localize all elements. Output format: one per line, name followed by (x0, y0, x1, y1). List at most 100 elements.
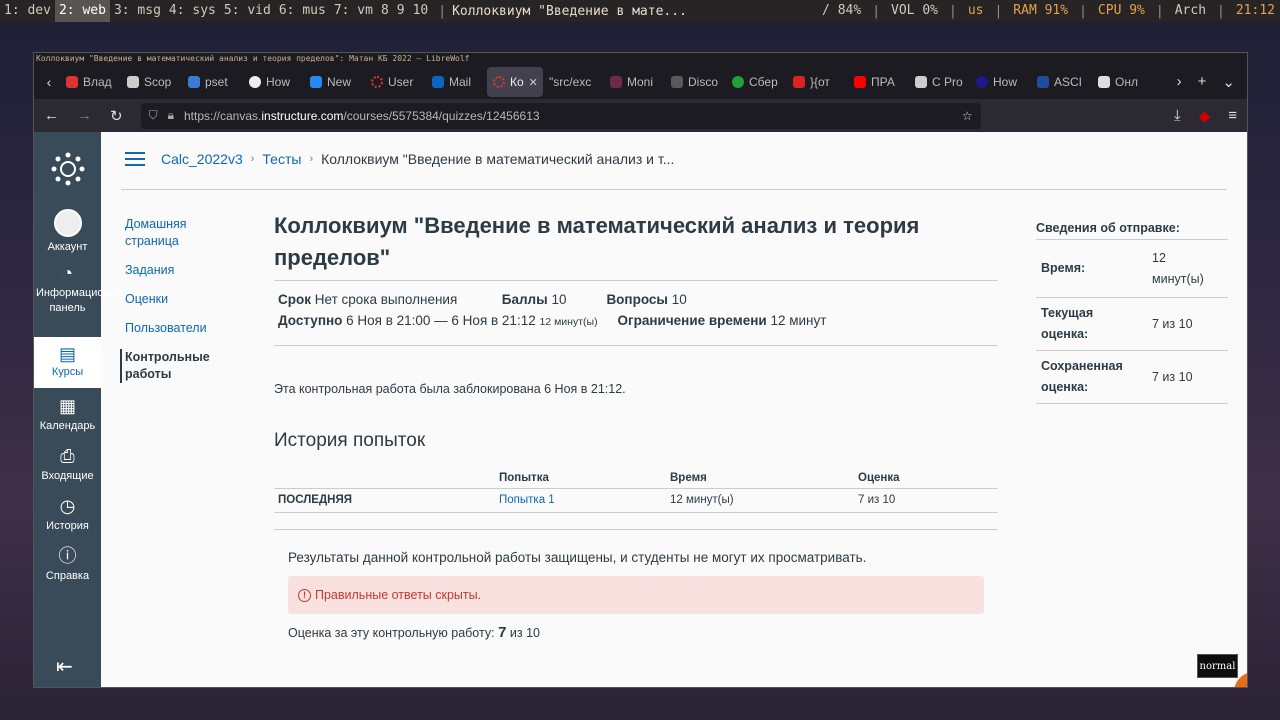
ram-status: RAM 91% (1013, 3, 1069, 18)
favicon-icon (249, 76, 261, 88)
breadcrumb-current: Коллоквиум "Введение в математический ан… (321, 151, 675, 167)
keyboard-layout: us (967, 3, 984, 18)
nav-inbox[interactable]: ⎙ Входящие (34, 445, 101, 484)
tab[interactable]: Scop (121, 67, 182, 97)
tab[interactable]: }{от (787, 67, 848, 97)
download-icon[interactable]: ⤓ (1174, 107, 1181, 124)
tab[interactable]: How (243, 67, 304, 97)
tab[interactable]: Сбер (726, 67, 787, 97)
favicon-icon (188, 76, 200, 88)
breadcrumb-quizzes[interactable]: Тесты (262, 151, 301, 167)
nav-history[interactable]: ◷ История (34, 495, 101, 534)
canvas-page: Аккаунт ◔ Информационная панель ▤ Курсы … (34, 132, 1247, 687)
tab-active[interactable]: Ко ✕ (487, 67, 543, 97)
workspace-3[interactable]: 3: msg (110, 0, 165, 22)
course-nav-grades[interactable]: Оценки (125, 291, 235, 308)
workspace-8[interactable]: 8 (377, 0, 393, 22)
tab-label: }{от (810, 75, 830, 89)
points-value: 10 (551, 292, 567, 307)
workspace-7[interactable]: 7: vm (330, 0, 377, 22)
back-icon[interactable]: ← (44, 107, 59, 124)
course-nav-quizzes[interactable]: Контрольные работы (120, 349, 235, 383)
attempt-link[interactable]: Попытка 1 (495, 488, 666, 513)
tab[interactable]: ПРА (848, 67, 909, 97)
tab[interactable]: ASCI (1031, 67, 1092, 97)
divider (274, 529, 998, 530)
lock-icon[interactable]: 🔒︎ (168, 108, 174, 123)
tab[interactable]: pset (182, 67, 243, 97)
tab-list-icon[interactable]: ⌄ (1222, 73, 1235, 91)
time-limit-value: 12 минут (770, 313, 827, 328)
brightness-status: / 84% (822, 3, 862, 18)
detail-label: Текущая оценка: (1041, 306, 1094, 341)
hamburger-icon[interactable] (125, 152, 145, 166)
tab[interactable]: User (365, 67, 426, 97)
shield-icon[interactable]: ⛉ (149, 108, 158, 123)
avatar (53, 209, 82, 237)
workspace-5[interactable]: 5: vid (220, 0, 275, 22)
breadcrumb: Calc_2022v3 › Тесты › Коллоквиум "Введен… (125, 151, 674, 167)
due-label: Срок (278, 292, 311, 307)
nav-help[interactable]: ⓘ Справка (34, 545, 101, 584)
reload-icon[interactable]: ↻ (110, 107, 123, 125)
workspace-6[interactable]: 6: mus (275, 0, 330, 22)
bookmark-star-icon[interactable]: ☆ (962, 109, 973, 123)
nav-label: История (46, 520, 89, 532)
calendar-icon: ▦ (58, 396, 76, 416)
quiz-content: Коллоквиум "Введение в математический ан… (274, 210, 998, 641)
table-header: Оценка (854, 468, 998, 489)
window-title: Коллоквиум "Введение в математический ан… (34, 53, 1247, 65)
tab[interactable]: How (970, 67, 1031, 97)
collapse-nav-icon[interactable]: ⇤ (56, 654, 73, 679)
workspace-2[interactable]: 2: web (54, 0, 110, 22)
attempt-kind: ПОСЛЕДНЯЯ (274, 488, 495, 513)
url-text[interactable]: https://canvas.instructure.com/courses/5… (184, 109, 952, 123)
tab[interactable]: Онл (1092, 67, 1153, 97)
forward-icon[interactable]: → (77, 107, 92, 124)
favicon-icon (671, 76, 683, 88)
breadcrumb-course[interactable]: Calc_2022v3 (161, 151, 243, 167)
course-nav-assignments[interactable]: Задания (125, 262, 235, 279)
nav-courses[interactable]: ▤ Курсы (34, 337, 101, 388)
submission-row-saved: Сохраненная оценка: 7 из 10 (1036, 351, 1228, 404)
vk-icon (310, 76, 322, 88)
history-title: История попыток (274, 430, 426, 451)
nav-account[interactable]: Аккаунт (34, 209, 101, 255)
tab[interactable]: Moni (604, 67, 665, 97)
tab[interactable]: C Pro (909, 67, 970, 97)
os-label: Arch (1174, 3, 1207, 18)
ublock-icon[interactable]: ◆ (1199, 107, 1211, 125)
new-tab-icon[interactable]: + (1198, 73, 1207, 91)
workspace-4[interactable]: 4: sys (165, 0, 220, 22)
canvas-logo[interactable] (34, 152, 101, 191)
url-bar[interactable]: ⛉ 🔒︎ https://canvas.instructure.com/cour… (140, 102, 981, 129)
nav-calendar[interactable]: ▦ Календарь (34, 395, 101, 434)
tab[interactable]: "src/exc (543, 67, 604, 97)
tabs-scroll-right-icon[interactable]: › (1177, 73, 1182, 91)
detail-value: 7 из 10 (1152, 316, 1193, 331)
bar-separator: | (1155, 3, 1164, 19)
submission-row-time: Время: 12 минут(ы) (1036, 240, 1228, 298)
tab[interactable]: Disco (665, 67, 726, 97)
mode-indicator: normal (1197, 654, 1238, 678)
tab[interactable]: Mail (426, 67, 487, 97)
bar-separator: | (872, 3, 881, 19)
tab-label: New (327, 75, 352, 89)
tabs-scroll-left-icon[interactable]: ‹ (38, 74, 60, 90)
nav-label: Курсы (51, 366, 84, 378)
quiz-score: Оценка за эту контрольную работу: 7 из 1… (288, 624, 984, 641)
breadcrumb-separator: › (309, 153, 314, 165)
bar-separator: | (438, 3, 447, 19)
menu-icon[interactable]: ≡ (1228, 107, 1237, 124)
tab[interactable]: Влад (60, 67, 121, 97)
workspace-10[interactable]: 10 (409, 0, 433, 22)
tab[interactable]: New (304, 67, 365, 97)
inbox-icon: ⎙ (60, 446, 75, 466)
workspace-1[interactable]: 1: dev (0, 0, 55, 22)
workspace-9[interactable]: 9 (393, 0, 409, 22)
close-tab-icon[interactable]: ✕ (529, 76, 538, 89)
quiz-title: Коллоквиум "Введение в математический ан… (274, 213, 920, 270)
course-nav-home[interactable]: Домашняя страница (125, 216, 235, 250)
course-nav-people[interactable]: Пользователи (125, 320, 235, 337)
nav-dashboard[interactable]: ◔ Информационная панель (34, 262, 128, 316)
